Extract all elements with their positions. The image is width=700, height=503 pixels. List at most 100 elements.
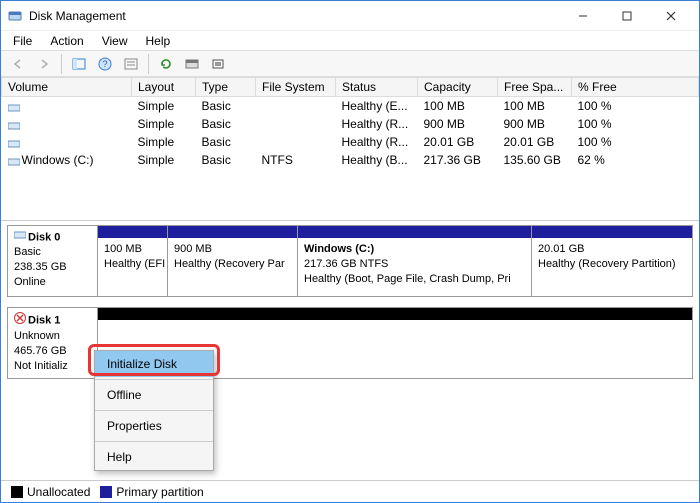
maximize-button[interactable] bbox=[605, 2, 649, 30]
col-capacity[interactable]: Capacity bbox=[418, 78, 498, 97]
toolbar-separator bbox=[61, 54, 62, 74]
cell-layout: Simple bbox=[132, 115, 196, 133]
cell-layout: Simple bbox=[132, 97, 196, 116]
part-size: 100 MB bbox=[104, 242, 161, 257]
cell-free: 20.01 GB bbox=[498, 133, 572, 151]
cell-layout: Simple bbox=[132, 133, 196, 151]
disk0-part-efi[interactable]: 100 MB Healthy (EFI S bbox=[98, 226, 168, 296]
help-button[interactable]: ? bbox=[94, 53, 116, 75]
disk0-title: Disk 0 bbox=[28, 231, 60, 243]
part-status: Healthy (Boot, Page File, Crash Dump, Pr… bbox=[304, 272, 525, 287]
menubar: File Action View Help bbox=[1, 31, 699, 51]
disk0-part-recovery2[interactable]: 20.01 GB Healthy (Recovery Partition) bbox=[532, 226, 692, 296]
disk0-size: 238.35 GB bbox=[14, 260, 91, 275]
volume-list-pane: Volume Layout Type File System Status Ca… bbox=[1, 77, 699, 221]
disk1-header[interactable]: Disk 1 Unknown 465.76 GB Not Initializ bbox=[8, 308, 98, 378]
col-pctfree[interactable]: % Free bbox=[572, 78, 699, 97]
disk0-part-windows[interactable]: Windows (C:) 217.36 GB NTFS Healthy (Boo… bbox=[298, 226, 532, 296]
partition-color-bar bbox=[168, 226, 297, 238]
disk0-state: Online bbox=[14, 275, 91, 290]
legend: Unallocated Primary partition bbox=[1, 480, 699, 502]
partition-color-bar bbox=[532, 226, 692, 238]
disk0-part-recovery1[interactable]: 900 MB Healthy (Recovery Par bbox=[168, 226, 298, 296]
partition-color-bar bbox=[298, 226, 531, 238]
disk-context-menu: Initialize Disk Offline Properties Help bbox=[94, 350, 214, 471]
ctx-separator bbox=[95, 379, 213, 380]
cell-capacity: 217.36 GB bbox=[418, 151, 498, 169]
col-filesystem[interactable]: File System bbox=[256, 78, 336, 97]
ctx-initialize-disk[interactable]: Initialize Disk bbox=[95, 351, 213, 377]
col-type[interactable]: Type bbox=[196, 78, 256, 97]
col-volume[interactable]: Volume bbox=[2, 78, 132, 97]
ctx-separator bbox=[95, 441, 213, 442]
cell-capacity: 900 MB bbox=[418, 115, 498, 133]
cell-status: Healthy (R... bbox=[336, 133, 418, 151]
cell-pct: 100 % bbox=[572, 97, 699, 116]
cell-fs bbox=[256, 133, 336, 151]
cell-fs bbox=[256, 115, 336, 133]
app-icon bbox=[7, 8, 23, 24]
titlebar: Disk Management bbox=[1, 1, 699, 31]
legend-unallocated: Unallocated bbox=[11, 485, 90, 499]
close-button[interactable] bbox=[649, 2, 693, 30]
refresh-button[interactable] bbox=[155, 53, 177, 75]
svg-text:?: ? bbox=[102, 59, 107, 69]
window-title: Disk Management bbox=[29, 9, 561, 23]
part-status: Healthy (EFI S bbox=[104, 257, 161, 272]
volume-row[interactable]: Windows (C:) Simple Basic NTFS Healthy (… bbox=[2, 151, 699, 169]
legend-swatch-primary bbox=[100, 486, 112, 498]
cell-free: 135.60 GB bbox=[498, 151, 572, 169]
disk1-type: Unknown bbox=[14, 329, 91, 344]
legend-unallocated-label: Unallocated bbox=[27, 485, 90, 499]
toolbar-separator bbox=[148, 54, 149, 74]
toolbar: ? bbox=[1, 51, 699, 77]
cell-pct: 62 % bbox=[572, 151, 699, 169]
disk1-state: Not Initializ bbox=[14, 359, 91, 374]
partition-color-bar bbox=[98, 226, 167, 238]
back-button[interactable] bbox=[7, 53, 29, 75]
disk-warning-icon bbox=[14, 312, 26, 329]
disk0-header[interactable]: Disk 0 Basic 238.35 GB Online bbox=[8, 226, 98, 296]
volume-icon bbox=[8, 156, 20, 166]
part-title: Windows (C:) bbox=[304, 242, 525, 257]
rescan-disks-button[interactable] bbox=[181, 53, 203, 75]
menu-action[interactable]: Action bbox=[42, 33, 91, 49]
volume-icon bbox=[8, 138, 20, 148]
ctx-properties[interactable]: Properties bbox=[95, 413, 213, 439]
cell-pct: 100 % bbox=[572, 133, 699, 151]
show-hide-console-button[interactable] bbox=[68, 53, 90, 75]
disk0-row[interactable]: Disk 0 Basic 238.35 GB Online 100 MB Hea… bbox=[7, 225, 693, 297]
part-size: 900 MB bbox=[174, 242, 291, 257]
cell-status: Healthy (B... bbox=[336, 151, 418, 169]
manage-button[interactable] bbox=[207, 53, 229, 75]
menu-help[interactable]: Help bbox=[138, 33, 179, 49]
ctx-help[interactable]: Help bbox=[95, 444, 213, 470]
volume-row[interactable]: Simple Basic Healthy (E... 100 MB 100 MB… bbox=[2, 97, 699, 116]
cell-capacity: 100 MB bbox=[418, 97, 498, 116]
col-status[interactable]: Status bbox=[336, 78, 418, 97]
col-layout[interactable]: Layout bbox=[132, 78, 196, 97]
ctx-offline[interactable]: Offline bbox=[95, 382, 213, 408]
part-size: 217.36 GB NTFS bbox=[304, 257, 525, 272]
cell-status: Healthy (E... bbox=[336, 97, 418, 116]
settings-button[interactable] bbox=[120, 53, 142, 75]
volume-row[interactable]: Simple Basic Healthy (R... 20.01 GB 20.0… bbox=[2, 133, 699, 151]
cell-pct: 100 % bbox=[572, 115, 699, 133]
disk-icon bbox=[14, 230, 26, 245]
menu-file[interactable]: File bbox=[5, 33, 40, 49]
cell-capacity: 20.01 GB bbox=[418, 133, 498, 151]
volume-name: Windows (C:) bbox=[22, 153, 94, 167]
cell-layout: Simple bbox=[132, 151, 196, 169]
col-freespace[interactable]: Free Spa... bbox=[498, 78, 572, 97]
partition-color-bar bbox=[98, 308, 692, 320]
volume-table[interactable]: Volume Layout Type File System Status Ca… bbox=[1, 77, 699, 169]
forward-button[interactable] bbox=[33, 53, 55, 75]
menu-view[interactable]: View bbox=[94, 33, 136, 49]
ctx-separator bbox=[95, 410, 213, 411]
cell-type: Basic bbox=[196, 97, 256, 116]
cell-free: 100 MB bbox=[498, 97, 572, 116]
table-header-row: Volume Layout Type File System Status Ca… bbox=[2, 78, 699, 97]
minimize-button[interactable] bbox=[561, 2, 605, 30]
cell-free: 900 MB bbox=[498, 115, 572, 133]
volume-row[interactable]: Simple Basic Healthy (R... 900 MB 900 MB… bbox=[2, 115, 699, 133]
